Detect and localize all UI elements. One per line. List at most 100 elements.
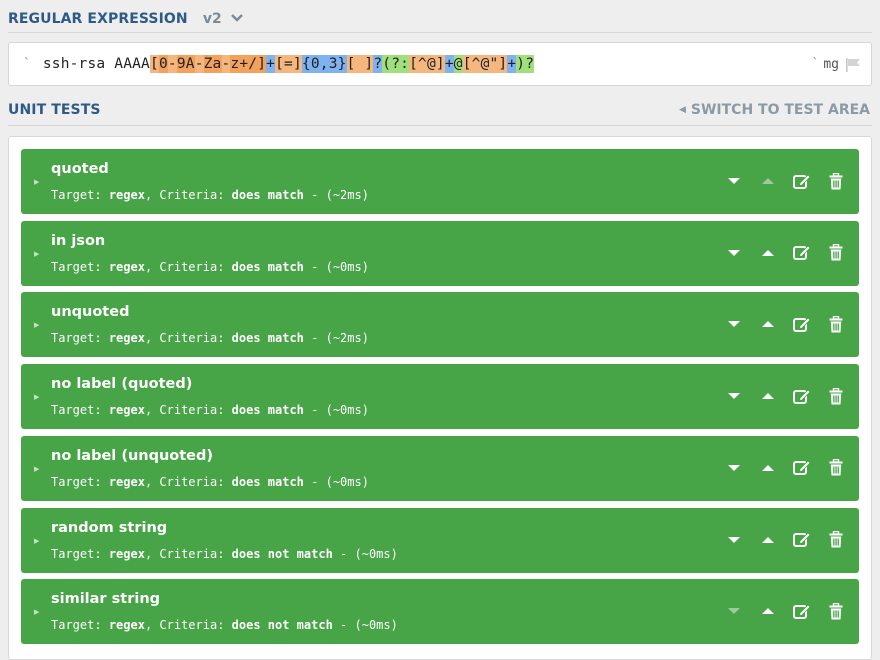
caret-right-icon[interactable]: ▶ xyxy=(34,321,39,329)
caret-right-icon[interactable]: ▶ xyxy=(34,393,39,401)
test-controls xyxy=(711,243,847,263)
test-time: - (~0ms) xyxy=(311,259,369,274)
caret-right-icon[interactable]: ▶ xyxy=(34,537,39,545)
test-row[interactable]: ▶ no label (quoted) Target: regex, Criteri… xyxy=(21,364,859,430)
test-controls xyxy=(711,171,847,191)
test-target: regex xyxy=(108,474,145,489)
test-target-label: Target: xyxy=(51,331,102,346)
test-details: Target: regex, Criteria: does match - (~… xyxy=(51,331,369,346)
test-name[interactable]: unquoted xyxy=(51,304,129,320)
test-target-label: Target: xyxy=(51,618,102,633)
trash-icon[interactable] xyxy=(825,171,847,191)
test-target: regex xyxy=(108,188,145,202)
regex-input[interactable]: ssh-rsa AAAA[0-9A-Za-z+/]+[=]{0,3}[ ]?(?… xyxy=(42,55,812,73)
trash-icon[interactable] xyxy=(825,386,847,406)
regex-token-plain: ssh-rsa AAAA xyxy=(42,56,150,72)
edit-icon[interactable] xyxy=(791,601,813,621)
move-up-icon[interactable] xyxy=(757,243,779,263)
regex-token-quant: ? xyxy=(373,55,383,73)
edit-icon[interactable] xyxy=(791,530,813,550)
regex-token-quant: + xyxy=(507,55,517,73)
move-up-icon[interactable] xyxy=(757,601,779,621)
move-up-icon[interactable] xyxy=(757,458,779,478)
trash-icon[interactable] xyxy=(825,314,847,334)
test-target-label: Target: xyxy=(51,403,102,418)
trash-icon[interactable] xyxy=(825,243,847,263)
test-details: Target: regex, Criteria: does not match … xyxy=(51,618,398,633)
test-controls xyxy=(711,314,847,334)
test-row[interactable]: ▶ similar string Target: regex, Criteria: … xyxy=(21,579,859,645)
caret-right-icon[interactable]: ▶ xyxy=(34,178,39,186)
unit-tests-header: UNIT TESTS ◀ SWITCH TO TEST AREA xyxy=(0,95,880,125)
edit-icon[interactable] xyxy=(791,243,813,263)
move-up-icon[interactable] xyxy=(757,386,779,406)
caret-right-icon[interactable]: ▶ xyxy=(34,608,39,616)
regex-token-set: [ xyxy=(150,55,159,73)
move-up-icon[interactable] xyxy=(757,314,779,334)
test-time: - (~0ms) xyxy=(340,546,398,561)
edit-icon[interactable] xyxy=(791,458,813,478)
test-criteria-label: Criteria: xyxy=(159,618,225,633)
trash-icon[interactable] xyxy=(825,530,847,550)
test-name[interactable]: no label (quoted) xyxy=(51,376,192,392)
move-down-icon[interactable] xyxy=(723,314,745,334)
test-name[interactable]: similar string xyxy=(51,591,160,607)
regex-token-quant: + xyxy=(266,55,276,73)
move-up-icon[interactable] xyxy=(757,530,779,550)
test-row[interactable]: ▶ unquoted Target: regex, Criteria: does m… xyxy=(21,292,859,358)
test-controls xyxy=(711,458,847,478)
test-criteria: does not match xyxy=(231,618,333,633)
regex-token-grp: @ xyxy=(453,55,463,73)
test-time: - (~0ms) xyxy=(340,618,398,633)
edit-icon[interactable] xyxy=(791,314,813,334)
move-down-icon[interactable] xyxy=(723,530,745,550)
caret-right-icon[interactable]: ▶ xyxy=(34,465,39,473)
caret-right-icon[interactable]: ▶ xyxy=(34,250,39,258)
edit-icon[interactable] xyxy=(791,171,813,191)
regex-flags-area[interactable]: ` mg xyxy=(812,57,861,72)
chevron-down-icon[interactable] xyxy=(230,12,243,25)
test-criteria: does match xyxy=(231,331,304,346)
regex-token-setop: z+/] xyxy=(230,55,267,73)
switch-to-test-area-link[interactable]: ◀ SWITCH TO TEST AREA xyxy=(679,102,870,118)
regex-token-grp: (?: xyxy=(382,55,410,73)
test-row[interactable]: ▶ quoted Target: regex, Criteria: does mat… xyxy=(21,149,859,214)
test-target-label: Target: xyxy=(51,474,102,489)
move-down-icon[interactable] xyxy=(723,386,745,406)
test-time: - (~0ms) xyxy=(311,403,369,418)
test-controls xyxy=(711,530,847,550)
switch-to-test-area-label: SWITCH TO TEST AREA xyxy=(690,102,870,118)
move-down-icon[interactable] xyxy=(723,243,745,263)
flag-icon[interactable] xyxy=(845,57,861,72)
test-target-label: Target: xyxy=(51,546,102,561)
test-name[interactable]: quoted xyxy=(51,161,109,177)
move-down-icon[interactable] xyxy=(723,601,745,621)
test-row[interactable]: ▶ random string Target: regex, Criteria: d… xyxy=(21,507,859,573)
test-time: - (~2ms) xyxy=(311,188,369,202)
test-name[interactable]: random string xyxy=(51,520,167,536)
move-down-icon[interactable] xyxy=(723,458,745,478)
move-down-icon[interactable] xyxy=(723,171,745,191)
test-target-label: Target: xyxy=(51,259,102,274)
test-criteria-label: Criteria: xyxy=(159,188,225,202)
regex-token-setop: 9A xyxy=(176,55,195,73)
move-up-icon[interactable] xyxy=(757,171,779,191)
regex-token-set: [^@] xyxy=(409,55,445,73)
regex-token-grp: )? xyxy=(516,55,535,73)
trash-icon[interactable] xyxy=(825,601,847,621)
regex-token-set: [ ] xyxy=(346,55,374,73)
test-name[interactable]: no label (unquoted) xyxy=(51,448,213,464)
edit-icon[interactable] xyxy=(791,386,813,406)
test-row[interactable]: ▶ no label (unquoted) Target: regex, Crite… xyxy=(21,435,859,501)
regex-flags[interactable]: mg xyxy=(823,57,839,72)
regex-open-delimiter: ` xyxy=(23,56,31,72)
regex-header-left[interactable]: REGULAR EXPRESSION v2 xyxy=(8,8,243,27)
regex-editor[interactable]: ` ssh-rsa AAAA[0-9A-Za-z+/]+[=]{0,3}[ ]?… xyxy=(8,42,872,86)
test-criteria: does match xyxy=(231,259,304,274)
regex-version-label[interactable]: v2 xyxy=(203,11,222,27)
regex-token-set: - xyxy=(167,55,177,73)
trash-icon[interactable] xyxy=(825,458,847,478)
test-row[interactable]: ▶ in json Target: regex, Criteria: does ma… xyxy=(21,220,859,286)
test-controls xyxy=(711,386,847,406)
test-name[interactable]: in json xyxy=(51,233,105,249)
